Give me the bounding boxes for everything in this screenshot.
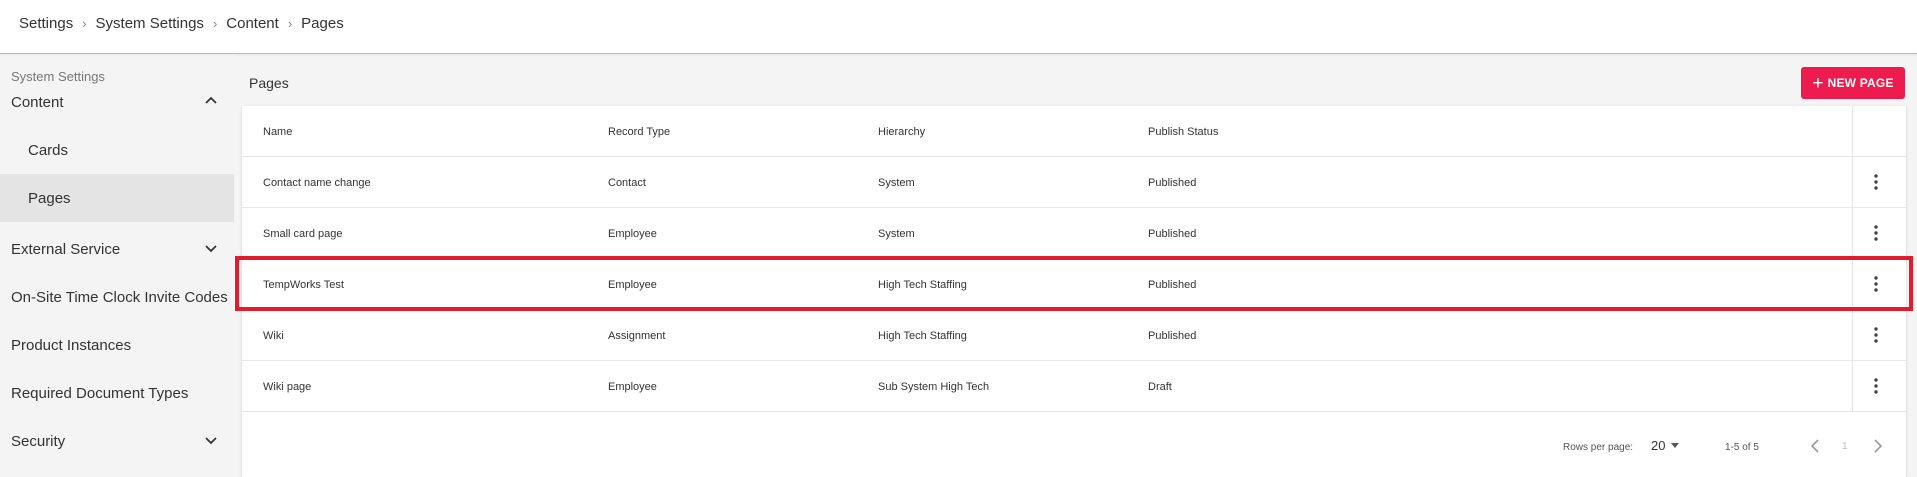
cell-name: Wiki — [263, 329, 284, 342]
cell-name: Small card page — [263, 227, 343, 240]
cell-hierarchy: High Tech Staffing — [878, 278, 967, 291]
chevron-left-icon[interactable] — [1808, 437, 1822, 455]
cell-record-type: Employee — [608, 278, 657, 291]
column-header-hierarchy[interactable]: Hierarchy — [878, 106, 925, 157]
cell-hierarchy: Sub System High Tech — [878, 380, 990, 393]
page-number: 1 — [1842, 441, 1848, 452]
sidebar-item-label: External Service — [11, 240, 121, 258]
cell-publish-status: Published — [1148, 176, 1197, 189]
plus-icon: + — [1812, 72, 1824, 94]
rows-per-page-label: Rows per page: — [1563, 442, 1634, 453]
page-title: Pages — [249, 75, 289, 91]
pagination: Rows per page: 20 1-5 of 5 1 — [242, 416, 1906, 477]
sidebar-item-cards[interactable]: Cards — [0, 126, 234, 174]
sidebar-item-label: Required Document Types — [11, 384, 189, 402]
cell-publish-status: Published — [1148, 329, 1197, 342]
chevron-right-icon: › — [287, 16, 293, 31]
breadcrumb-system-settings[interactable]: System Settings — [96, 15, 204, 32]
column-header-publish-status[interactable]: Publish Status — [1148, 106, 1218, 157]
top-bar: Settings › System Settings › Content › P… — [0, 0, 1917, 54]
chevron-up-icon — [205, 96, 217, 104]
cell-record-type: Contact — [608, 176, 646, 189]
column-divider — [1852, 157, 1853, 208]
sidebar-item-label: Cards — [28, 141, 69, 159]
sidebar-item-pages[interactable]: Pages — [0, 174, 234, 222]
table-row[interactable]: Small card page Employee System Publishe… — [242, 208, 1906, 259]
column-header-record-type[interactable]: Record Type — [608, 106, 670, 157]
caret-down-icon — [1671, 443, 1680, 448]
table-row[interactable]: Contact name change Contact System Publi… — [242, 157, 1906, 208]
cell-name: TempWorks Test — [263, 278, 344, 291]
sidebar: System Settings Content Cards Pages Exte… — [0, 55, 234, 477]
column-header-name[interactable]: Name — [263, 106, 292, 157]
column-divider — [1852, 106, 1853, 157]
breadcrumb-settings[interactable]: Settings — [19, 15, 73, 32]
sidebar-item-security[interactable]: Security — [0, 417, 234, 465]
column-divider — [1852, 310, 1853, 361]
pages-table: Name Record Type Hierarchy Publish Statu… — [242, 106, 1906, 477]
pagination-range: 1-5 of 5 — [1725, 442, 1759, 453]
breadcrumb-content[interactable]: Content — [226, 15, 279, 32]
cell-name: Wiki page — [263, 380, 312, 393]
breadcrumb-pages: Pages — [301, 15, 344, 32]
kebab-menu-icon[interactable] — [1864, 323, 1888, 347]
rows-per-page-select[interactable]: 20 — [1651, 438, 1680, 453]
table-row[interactable]: Wiki Assignment High Tech Staffing Publi… — [242, 310, 1906, 361]
cell-name: Contact name change — [263, 176, 371, 189]
sidebar-item-label: Security — [11, 432, 66, 450]
cell-publish-status: Published — [1148, 278, 1197, 291]
cell-record-type: Employee — [608, 227, 657, 240]
sidebar-item-required-document-types[interactable]: Required Document Types — [0, 369, 234, 417]
chevron-down-icon — [205, 437, 217, 445]
column-divider — [1852, 259, 1853, 310]
chevron-down-icon — [205, 245, 217, 253]
column-divider — [1852, 361, 1853, 412]
kebab-menu-icon[interactable] — [1864, 272, 1888, 296]
sidebar-item-label: Product Instances — [11, 336, 132, 354]
new-page-button[interactable]: + NEW PAGE — [1801, 67, 1905, 99]
sidebar-item-external-service[interactable]: External Service — [0, 225, 234, 273]
sidebar-item-label: Pages — [28, 189, 71, 207]
cell-record-type: Assignment — [608, 329, 666, 342]
sidebar-item-label: On-Site Time Clock Invite Codes — [11, 288, 228, 306]
cell-publish-status: Published — [1148, 227, 1197, 240]
chevron-right-icon[interactable] — [1871, 437, 1885, 455]
sidebar-item-content[interactable]: Content — [0, 78, 234, 126]
chevron-right-icon: › — [82, 16, 87, 31]
sidebar-item-label: Content — [11, 93, 64, 111]
cell-hierarchy: System — [878, 176, 915, 189]
table-header: Name Record Type Hierarchy Publish Statu… — [242, 106, 1906, 157]
sidebar-item-on-site-time-clock[interactable]: On-Site Time Clock Invite Codes — [0, 273, 234, 321]
kebab-menu-icon[interactable] — [1864, 374, 1888, 398]
rows-per-page-value: 20 — [1651, 438, 1666, 453]
breadcrumb: Settings › System Settings › Content › P… — [19, 15, 344, 32]
kebab-menu-icon[interactable] — [1864, 170, 1888, 194]
cell-publish-status: Draft — [1148, 380, 1172, 393]
cell-record-type: Employee — [608, 380, 657, 393]
kebab-menu-icon[interactable] — [1864, 221, 1888, 245]
cell-hierarchy: System — [878, 227, 915, 240]
cell-hierarchy: High Tech Staffing — [878, 329, 967, 342]
new-page-label: NEW PAGE — [1827, 76, 1894, 90]
table-row[interactable]: TempWorks Test Employee High Tech Staffi… — [242, 259, 1906, 310]
sidebar-item-product-instances[interactable]: Product Instances — [0, 321, 234, 369]
column-divider — [1852, 208, 1853, 259]
table-row[interactable]: Wiki page Employee Sub System High Tech … — [242, 361, 1906, 412]
chevron-right-icon: › — [212, 16, 218, 31]
